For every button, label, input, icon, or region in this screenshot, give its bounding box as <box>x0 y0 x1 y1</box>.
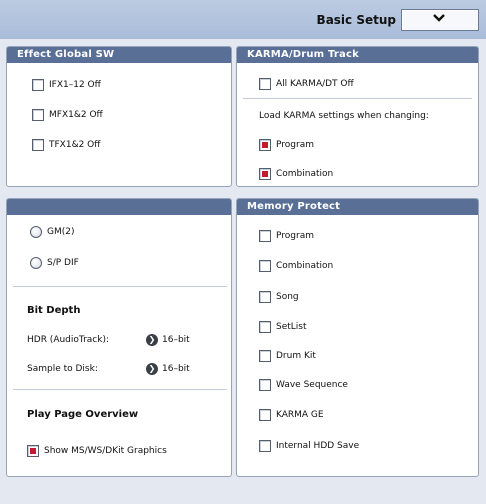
checkbox-label: SetList <box>276 322 307 332</box>
radio-label: S/P DIF <box>47 258 79 268</box>
checkbox-box[interactable] <box>259 139 271 151</box>
chevron-down-icon <box>432 11 446 29</box>
checkbox-box[interactable] <box>259 78 271 90</box>
audio-panel-header <box>7 199 231 215</box>
memory-protect-panel: Memory Protect Program Combination Song … <box>236 198 479 477</box>
all-karma-off-checkbox[interactable]: All KARMA/DT Off <box>259 77 354 91</box>
show-graphics-checkbox[interactable]: Show MS/WS/DKit Graphics <box>27 444 167 458</box>
ifx-off-checkbox[interactable]: IFX1–12 Off <box>32 78 101 92</box>
checkbox-box[interactable] <box>259 409 271 421</box>
karma-divider <box>243 98 472 99</box>
radio-button[interactable] <box>30 226 42 238</box>
checkbox-box[interactable] <box>27 445 39 457</box>
checkbox-box[interactable] <box>32 139 44 151</box>
radio-button[interactable] <box>30 257 42 269</box>
karma-panel: KARMA/Drum Track All KARMA/DT Off Load K… <box>236 46 479 187</box>
play-page-overview-title: Play Page Overview <box>27 409 139 420</box>
checkbox-box[interactable] <box>259 230 271 242</box>
checkbox-label: KARMA GE <box>276 410 324 420</box>
checkbox-box[interactable] <box>259 440 271 452</box>
karma-title: KARMA/Drum Track <box>237 47 478 63</box>
checkbox-label: MFX1&2 Off <box>49 110 103 120</box>
page-menu-dropdown[interactable] <box>401 9 479 31</box>
audio-divider-2 <box>13 389 227 390</box>
checkbox-box[interactable] <box>259 379 271 391</box>
checkbox-label: Combination <box>276 261 334 271</box>
checkbox-box[interactable] <box>259 321 271 333</box>
checkbox-label: Drum Kit <box>276 351 316 361</box>
checkbox-label: TFX1&2 Off <box>49 140 101 150</box>
gm2-radio[interactable]: GM(2) <box>30 225 75 239</box>
protect-internal-hdd-save-checkbox[interactable]: Internal HDD Save <box>259 439 359 453</box>
memory-protect-title: Memory Protect <box>237 199 478 215</box>
protect-setlist-checkbox[interactable]: SetList <box>259 320 307 334</box>
checkbox-label: Combination <box>276 169 334 179</box>
sample-value[interactable]: 16–bit <box>162 364 190 374</box>
checkbox-label: Wave Sequence <box>276 380 348 390</box>
load-karma-text: Load KARMA settings when changing: <box>259 111 429 121</box>
protect-combination-checkbox[interactable]: Combination <box>259 259 333 273</box>
checkbox-box[interactable] <box>32 109 44 121</box>
spdif-radio[interactable]: S/P DIF <box>30 256 79 270</box>
effect-global-title: Effect Global SW <box>7 47 231 63</box>
checkbox-box[interactable] <box>259 168 271 180</box>
audio-divider-1 <box>13 286 227 287</box>
checkbox-box[interactable] <box>259 350 271 362</box>
protect-drumkit-checkbox[interactable]: Drum Kit <box>259 349 316 363</box>
hdr-value[interactable]: 16–bit <box>162 335 190 345</box>
checkbox-box[interactable] <box>259 291 271 303</box>
protect-wave-sequence-checkbox[interactable]: Wave Sequence <box>259 378 348 392</box>
checkbox-label: All KARMA/DT Off <box>276 79 354 89</box>
checkbox-label: Program <box>276 140 314 150</box>
effect-global-panel: Effect Global SW IFX1–12 Off MFX1&2 Off … <box>6 46 232 187</box>
checkbox-box[interactable] <box>259 260 271 272</box>
mfx-off-checkbox[interactable]: MFX1&2 Off <box>32 108 103 122</box>
hdr-label: HDR (AudioTrack): <box>27 335 109 345</box>
top-bar: Basic Setup <box>0 0 486 39</box>
tfx-off-checkbox[interactable]: TFX1&2 Off <box>32 138 100 152</box>
karma-program-checkbox[interactable]: Program <box>259 138 314 152</box>
karma-combination-checkbox[interactable]: Combination <box>259 167 333 181</box>
checkbox-label: Song <box>276 292 299 302</box>
checkbox-label: Internal HDD Save <box>276 441 360 451</box>
protect-karma-ge-checkbox[interactable]: KARMA GE <box>259 408 324 422</box>
hdr-bit-depth-arrow-icon[interactable]: ❯ <box>146 334 158 346</box>
radio-label: GM(2) <box>47 227 75 237</box>
sample-to-disk-row: Sample to Disk: ❯ 16–bit <box>27 362 190 376</box>
bit-depth-title: Bit Depth <box>27 305 81 316</box>
audio-settings-panel: GM(2) S/P DIF Bit Depth HDR (AudioTrack)… <box>6 198 232 477</box>
checkbox-label: Program <box>276 231 314 241</box>
page-title: Basic Setup <box>316 13 396 27</box>
checkbox-label: Show MS/WS/DKit Graphics <box>44 446 167 456</box>
checkbox-label: IFX1–12 Off <box>49 80 101 90</box>
protect-song-checkbox[interactable]: Song <box>259 290 299 304</box>
hdr-audiotrack-row: HDR (AudioTrack): ❯ 16–bit <box>27 333 190 347</box>
sample-bit-depth-arrow-icon[interactable]: ❯ <box>146 363 158 375</box>
protect-program-checkbox[interactable]: Program <box>259 229 314 243</box>
sample-label: Sample to Disk: <box>27 364 98 374</box>
checkbox-box[interactable] <box>32 79 44 91</box>
